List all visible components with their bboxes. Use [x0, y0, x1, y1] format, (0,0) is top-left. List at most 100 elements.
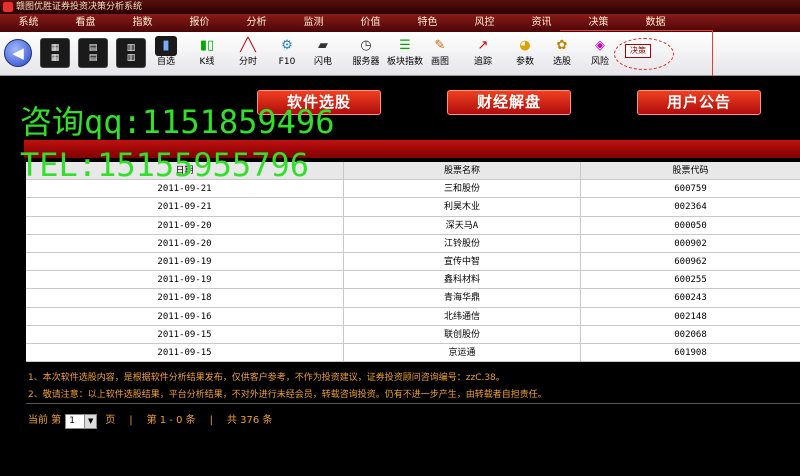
user-announcement-button[interactable]: 用户公告	[637, 90, 761, 115]
quick-view-button[interactable]: ▤ ▤	[78, 38, 108, 68]
table-row[interactable]: 2011-09-20 江铃股份 000902	[26, 234, 800, 253]
tool-sector-index[interactable]: ☰ 板块指数	[385, 36, 425, 74]
tool-flash[interactable]: ▰ 闪电	[303, 36, 343, 74]
quick-select-icon: ▦ ▦	[50, 43, 60, 63]
table-row[interactable]: 2011-09-16 北纬通信 002148	[26, 307, 800, 326]
column-header-date[interactable]: 日期	[26, 162, 344, 180]
clock-icon: ◷	[360, 38, 372, 53]
quick-list-button[interactable]: ▥ ▥	[116, 38, 146, 68]
cell-date: 2011-09-15	[26, 325, 344, 343]
paint-icon: ✎	[434, 38, 446, 53]
tool-watchlist[interactable]: ▮ 自选	[146, 36, 186, 74]
tool-label: 参数	[515, 57, 534, 67]
pager-separator: |	[209, 415, 213, 426]
back-arrow-icon[interactable]: ◀	[4, 39, 32, 67]
cell-code: 600255	[674, 275, 707, 286]
table-row[interactable]: 2011-09-19 宣传中智 600962	[26, 252, 800, 272]
cell-date: 2011-09-19	[26, 252, 344, 271]
tool-kline[interactable]: ▮▯ K线	[187, 36, 227, 74]
cell-name: 北纬通信	[344, 307, 581, 325]
cell-name: 联创股份	[344, 325, 581, 343]
tool-label: K线	[199, 57, 215, 67]
cell-code: 002364	[674, 202, 707, 213]
tool-label: 分时	[238, 57, 257, 67]
disclaimer-line: 1、本次软件选股内容，是根据软件分析结果发布，仅供客户参考，不作为投资建议，证券…	[28, 373, 505, 383]
pager-range: 第 1 - 0 条	[146, 415, 196, 426]
table-row[interactable]: 2011-09-20 深天马A 000050	[26, 216, 800, 235]
tool-track[interactable]: ↗ 追踪	[463, 36, 503, 74]
line-chart-icon: ╱╲	[240, 38, 256, 53]
menu-item-view[interactable]: 看盘	[57, 14, 114, 32]
menu-item-value[interactable]: 价值	[342, 14, 399, 32]
cell-name: 京运通	[344, 343, 581, 362]
stock-table: 日期 股票名称 股票代码 2011-09-21 三和股份 600759 2011…	[26, 162, 800, 363]
divider	[26, 403, 800, 404]
tool-f10[interactable]: ⚙ F10	[267, 36, 307, 74]
stack-icon: ☰	[399, 38, 411, 53]
tool-timeshare[interactable]: ╱╲ 分时	[228, 36, 268, 74]
disclaimer-notes: 1、本次软件选股内容，是根据软件分析结果发布，仅供客户参考，不作为投资建议，证券…	[28, 370, 547, 404]
cell-date: 2011-09-21	[26, 198, 344, 216]
tool-label: 选股	[552, 57, 571, 67]
cell-name: 深天马A	[344, 216, 581, 234]
tool-label: F10	[278, 57, 296, 67]
column-header-name[interactable]: 股票名称	[344, 162, 581, 180]
toolbar: ◀ ▦ ▦ ▤ ▤ ▥ ▥ ▮ 自选 ▮▯ K线 ╱╲ 分时 ⚙ F10 ▰ 闪电 ◷…	[0, 32, 800, 76]
car-icon: ▰	[318, 38, 328, 53]
table-header: 日期 股票名称 股票代码	[26, 162, 800, 181]
cell-date: 2011-09-18	[26, 289, 344, 307]
title-bar: 赣图优胜证券投资决策分析系统	[0, 0, 800, 14]
software-picks-button[interactable]: 软件选股	[257, 90, 381, 115]
page-select[interactable]: 1 ▼	[65, 413, 98, 429]
market-analysis-button[interactable]: 财经解盘	[447, 90, 571, 115]
cell-name: 三和股份	[344, 180, 581, 198]
table-row[interactable]: 2011-09-21 利昊木业 002364	[26, 198, 800, 217]
tool-label: 板块指数	[386, 57, 423, 67]
cell-code: 002068	[674, 329, 707, 340]
section-header-band	[24, 140, 800, 158]
tool-label: 闪电	[313, 57, 332, 67]
palette-icon: ✿	[556, 38, 568, 53]
cell-name: 江铃股份	[344, 234, 581, 252]
cell-name: 鑫科材料	[344, 271, 581, 289]
pager-total: 共 376 条	[227, 415, 273, 426]
cell-code: 002148	[674, 311, 707, 322]
chevron-down-icon[interactable]: ▼	[84, 414, 97, 428]
cell-code: 000902	[674, 238, 707, 249]
cell-code: 600759	[674, 184, 707, 195]
menu-item-feature[interactable]: 特色	[399, 14, 456, 32]
pager-separator: |	[129, 415, 133, 426]
tool-label: 追踪	[473, 57, 492, 67]
disclaimer-line: 2、敬请注意：以上软件选股结果，平台分析结果，不对外进行未经会员，转载咨询投资。…	[28, 390, 547, 400]
tool-stock-pick[interactable]: ✿ 选股	[542, 36, 582, 74]
quick-select-button[interactable]: ▦ ▦	[40, 38, 70, 68]
tool-label: 服务器	[352, 57, 380, 67]
menu-item-quote[interactable]: 报价	[171, 14, 228, 32]
tool-params[interactable]: ◕ 参数	[505, 36, 545, 74]
table-row[interactable]: 2011-09-15 联创股份 002068	[26, 325, 800, 344]
window-title: 赣图优胜证券投资决策分析系统	[16, 2, 143, 12]
table-row[interactable]: 2011-09-18 青海华鼎 600243	[26, 289, 800, 308]
highlight-line	[560, 30, 712, 31]
column-header-code[interactable]: 股票代码	[581, 162, 800, 179]
table-row[interactable]: 2011-09-15 京运通 601908	[26, 343, 800, 363]
cell-code: 000050	[674, 220, 707, 231]
cell-date: 2011-09-20	[26, 234, 344, 252]
trend-icon: ↗	[477, 38, 489, 53]
menu-item-system[interactable]: 系统	[0, 14, 57, 32]
cell-name: 青海华鼎	[344, 289, 581, 307]
cell-code: 600243	[674, 293, 707, 304]
pagination: 当前 第 1 ▼ 页 | 第 1 - 0 条 | 共 376 条	[28, 412, 272, 430]
menu-item-risk[interactable]: 风控	[456, 14, 513, 32]
table-row[interactable]: 2011-09-19 鑫科材料 600255	[26, 271, 800, 290]
menu-item-analysis[interactable]: 分析	[228, 14, 285, 32]
tool-server[interactable]: ◷ 服务器	[346, 36, 386, 74]
menu-item-index[interactable]: 指数	[114, 14, 171, 32]
tool-draw[interactable]: ✎ 画图	[420, 36, 460, 74]
pager-current-label: 当前 第	[28, 415, 62, 426]
page-select-value: 1	[69, 415, 75, 426]
decision-button[interactable]: 决策	[625, 44, 651, 58]
cell-date: 2011-09-21	[26, 180, 344, 198]
table-row[interactable]: 2011-09-21 三和股份 600759	[26, 180, 800, 199]
menu-item-monitor[interactable]: 监测	[285, 14, 342, 32]
